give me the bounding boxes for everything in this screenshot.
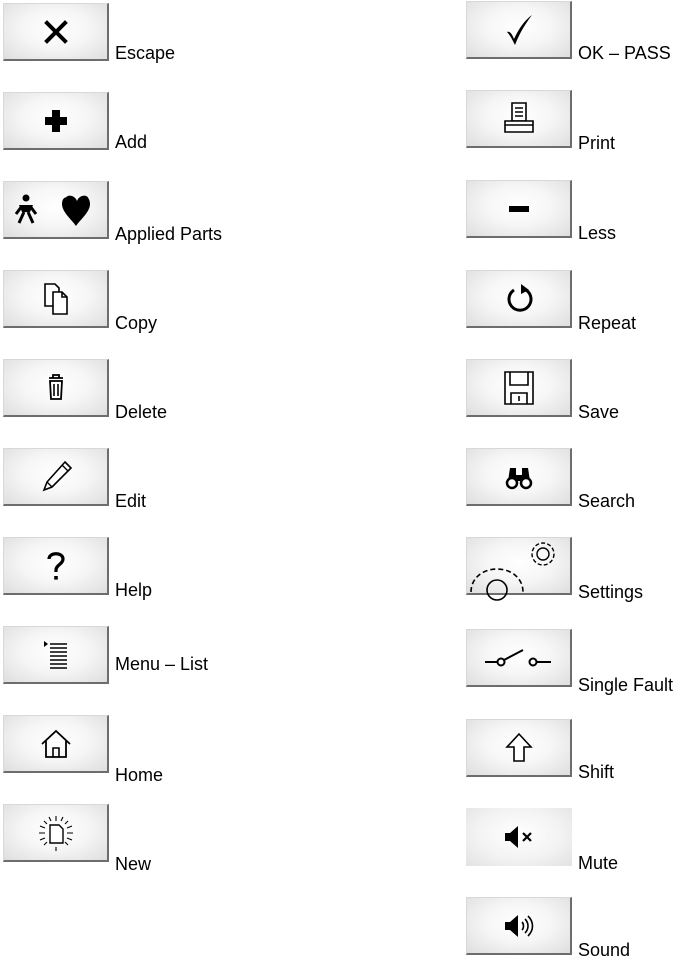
trash-icon [36,368,76,408]
person-heart-icon [8,190,104,230]
search-button[interactable] [466,448,572,506]
shift-label: Shift [578,762,615,782]
print-label: Print [578,133,616,153]
less-button[interactable] [466,180,572,238]
floppy-disk-icon [499,368,539,408]
shift-button[interactable] [466,719,572,777]
repeat-button[interactable] [466,270,572,328]
add-item: Add [3,92,233,172]
less-item: Less [466,180,696,260]
copy-button[interactable] [3,270,109,328]
new-label: New [115,854,152,874]
search-item: Search [466,448,696,528]
shift-arrow-icon [499,728,539,768]
ok-pass-button[interactable] [466,1,572,59]
copy-label: Copy [115,313,158,333]
help-button[interactable] [3,537,109,595]
repeat-item: Repeat [466,270,696,350]
save-item: Save [466,359,696,439]
mute-label: Mute [578,853,619,873]
escape-button[interactable] [3,3,109,61]
edit-item: Edit [3,448,233,528]
new-item: New [3,804,233,884]
help-item: Help [3,537,233,617]
less-label: Less [578,223,617,243]
switch-icon [479,638,559,678]
save-button[interactable] [466,359,572,417]
new-document-icon [36,813,76,853]
home-label: Home [115,765,164,785]
single-fault-item: Single Fault [466,629,696,709]
binoculars-icon [499,457,539,497]
save-label: Save [578,402,620,422]
pencil-icon [36,457,76,497]
edit-button[interactable] [3,448,109,506]
delete-label: Delete [115,402,168,422]
single-fault-button[interactable] [466,629,572,687]
home-icon [36,724,76,764]
menu-list-item: Menu – List [3,626,233,706]
repeat-label: Repeat [578,313,637,333]
plus-icon [36,101,76,141]
mute-button[interactable] [466,808,572,866]
ok-pass-label: OK – PASS [578,43,671,63]
speaker-sound-icon [499,906,539,946]
repeat-icon [499,279,539,319]
home-item: Home [3,715,233,795]
printer-icon [499,99,539,139]
home-button[interactable] [3,715,109,773]
mute-item: Mute [466,808,696,888]
settings-label: Settings [578,582,644,602]
escape-label: Escape [115,43,176,63]
menu-list-label: Menu – List [115,654,209,674]
search-label: Search [578,491,636,511]
shift-item: Shift [466,719,696,799]
print-item: Print [466,90,696,170]
applied-parts-button[interactable] [3,181,109,239]
edit-label: Edit [115,491,147,511]
close-icon [36,12,76,52]
delete-button[interactable] [3,359,109,417]
sound-item: Sound [466,897,696,977]
add-button[interactable] [3,92,109,150]
speaker-mute-icon [499,817,539,857]
settings-item: Settings [466,537,696,617]
print-button[interactable] [466,90,572,148]
menu-list-button[interactable] [3,626,109,684]
applied-parts-item: Applied Parts [3,181,233,261]
gears-icon [467,538,571,601]
ok-pass-item: OK – PASS [466,1,696,81]
add-label: Add [115,132,148,152]
single-fault-label: Single Fault [578,675,674,695]
minus-icon [499,189,539,229]
question-icon [36,546,76,586]
menu-list-icon [36,635,76,675]
sound-label: Sound [578,940,631,960]
applied-parts-label: Applied Parts [115,224,223,244]
copy-icon [36,279,76,319]
copy-item: Copy [3,270,233,350]
checkmark-icon [499,10,539,50]
new-button[interactable] [3,804,109,862]
delete-item: Delete [3,359,233,439]
escape-item: Escape [3,3,233,83]
sound-button[interactable] [466,897,572,955]
settings-button[interactable] [466,537,572,601]
help-label: Help [115,580,153,600]
